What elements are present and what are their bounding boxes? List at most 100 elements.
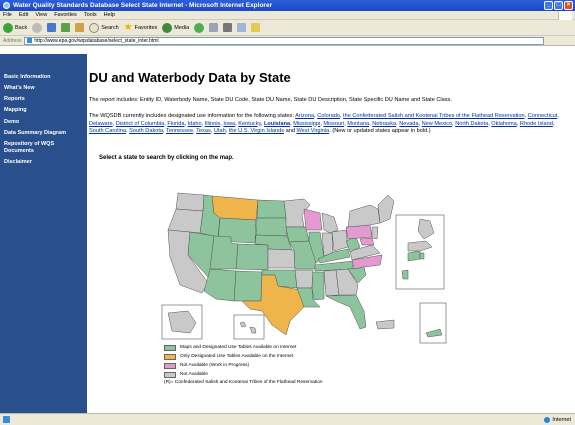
sidebar-item-repository[interactable]: Repository of WQS Documents bbox=[0, 139, 87, 157]
state-link[interactable]: Connecticut bbox=[528, 113, 558, 119]
state-indiana[interactable] bbox=[321, 232, 334, 257]
state-link[interactable]: the U.S. Virgin Islands bbox=[229, 128, 284, 134]
state-north-dakota[interactable] bbox=[256, 199, 287, 219]
state-link[interactable]: Iowa bbox=[223, 121, 235, 127]
state-link[interactable]: Colorado bbox=[317, 113, 340, 119]
state-link[interactable]: Florida bbox=[167, 121, 184, 127]
state-link[interactable]: the Confederated Salish and Kootenai Tri… bbox=[343, 113, 525, 119]
state-link[interactable]: District of Columbia bbox=[116, 121, 165, 127]
legend-swatch-green bbox=[164, 344, 176, 351]
sidebar-item-disclaimer[interactable]: Disclaimer bbox=[0, 157, 87, 168]
state-link[interactable]: Arizona bbox=[295, 113, 314, 119]
state-ohio[interactable] bbox=[331, 229, 349, 252]
state-link[interactable]: South Carolina bbox=[89, 128, 126, 134]
state-florida[interactable] bbox=[325, 294, 367, 330]
state-new-england[interactable] bbox=[377, 194, 395, 224]
state-link[interactable]: Mississippi bbox=[293, 121, 320, 127]
history-icon[interactable] bbox=[194, 22, 205, 33]
address-input[interactable]: http://www.epa.gov/wqsdatabase/select_st… bbox=[24, 36, 545, 45]
state-delaware-inset[interactable] bbox=[401, 269, 409, 280]
sidebar-item-reports[interactable]: Reports bbox=[0, 94, 87, 105]
state-new-jersey[interactable] bbox=[371, 226, 379, 240]
media-button[interactable]: Media bbox=[162, 22, 189, 33]
state-colorado[interactable] bbox=[235, 243, 269, 271]
state-link[interactable]: Illinois bbox=[205, 121, 221, 127]
state-oregon[interactable] bbox=[167, 208, 204, 234]
menu-tools[interactable]: Tools bbox=[84, 12, 97, 18]
menu-help[interactable]: Help bbox=[104, 12, 115, 18]
state-new-york[interactable] bbox=[347, 204, 381, 228]
sidebar-item-mapping[interactable]: Mapping bbox=[0, 105, 87, 116]
state-maryland[interactable] bbox=[359, 237, 375, 246]
state-new-mexico[interactable] bbox=[233, 270, 263, 302]
zone-label: Internet bbox=[552, 416, 571, 423]
print-icon[interactable] bbox=[223, 23, 233, 32]
state-arizona[interactable] bbox=[203, 268, 237, 302]
legend-note: (R)= Confederated Salish and Kootenai Tr… bbox=[164, 380, 323, 385]
state-link[interactable]: Texas bbox=[196, 128, 211, 134]
state-link[interactable]: West Virginia bbox=[297, 128, 330, 134]
state-link[interactable]: Rhode Island bbox=[520, 121, 553, 127]
sidebar-item-data-summary-diagram[interactable]: Data Summary Diagram bbox=[0, 128, 87, 139]
state-link[interactable]: Idaho bbox=[188, 121, 202, 127]
sidebar-item-whats-new[interactable]: What's New bbox=[0, 83, 87, 94]
forward-arrow-icon bbox=[32, 22, 43, 33]
home-icon[interactable] bbox=[75, 23, 85, 32]
stop-icon[interactable] bbox=[47, 23, 57, 32]
menu-bar: File Edit View Favorites Tools Help bbox=[0, 11, 575, 20]
state-link[interactable]: North Dakota bbox=[455, 121, 488, 127]
refresh-icon[interactable] bbox=[61, 23, 71, 32]
state-link[interactable]: Nebraska bbox=[372, 121, 396, 127]
state-link[interactable]: Oklahoma bbox=[491, 121, 517, 127]
state-link[interactable]: Nevada bbox=[399, 121, 418, 127]
hawaii-inset-frame bbox=[233, 314, 265, 340]
state-wisconsin[interactable] bbox=[303, 208, 323, 231]
state-iowa[interactable] bbox=[285, 226, 310, 243]
us-state-map[interactable] bbox=[158, 175, 448, 345]
menu-file[interactable]: File bbox=[3, 12, 12, 18]
mail-icon[interactable] bbox=[209, 23, 219, 32]
state-link[interactable]: Montana bbox=[347, 121, 369, 127]
state-link[interactable]: Utah bbox=[214, 128, 226, 134]
minimize-button[interactable]: _ bbox=[544, 1, 553, 10]
state-link[interactable]: Tennessee bbox=[166, 128, 193, 134]
state-connecticut-inset[interactable] bbox=[407, 250, 421, 262]
menu-view[interactable]: View bbox=[35, 12, 47, 18]
state-link[interactable]: Kentucky bbox=[238, 121, 261, 127]
state-link[interactable]: Delaware bbox=[89, 121, 113, 127]
state-pennsylvania[interactable] bbox=[345, 224, 373, 240]
state-washington[interactable] bbox=[175, 192, 205, 212]
forward-button[interactable] bbox=[32, 22, 43, 33]
favorites-button[interactable]: ★ Favorites bbox=[124, 22, 158, 33]
states-paragraph: The WQSDB currently includes designated … bbox=[89, 113, 559, 136]
sidebar-item-basic-information[interactable]: Basic Information bbox=[0, 72, 87, 83]
sidebar-top-band bbox=[0, 54, 87, 66]
maximize-button[interactable]: □ bbox=[554, 1, 563, 10]
sidebar-item-demo[interactable]: Demo bbox=[0, 117, 87, 128]
internet-explorer-icon bbox=[3, 2, 10, 9]
folder-icon[interactable] bbox=[251, 23, 261, 32]
state-kansas[interactable] bbox=[267, 248, 296, 269]
state-link[interactable]: New Mexico bbox=[422, 121, 452, 127]
menu-edit[interactable]: Edit bbox=[19, 12, 28, 18]
legend-swatch-orange bbox=[164, 353, 176, 360]
state-rhode-island-inset[interactable] bbox=[419, 252, 425, 260]
state-south-dakota[interactable] bbox=[255, 217, 288, 237]
state-michigan[interactable] bbox=[321, 212, 339, 234]
state-link[interactable]: Louisiana bbox=[264, 121, 290, 127]
close-button[interactable]: × bbox=[564, 1, 573, 10]
search-label: Search bbox=[101, 24, 119, 31]
search-button[interactable]: Search bbox=[89, 22, 119, 33]
territory-puerto-rico[interactable] bbox=[375, 319, 395, 330]
state-link[interactable]: South Dakota bbox=[129, 128, 163, 134]
state-link[interactable]: Missouri bbox=[323, 121, 344, 127]
back-button[interactable]: Back bbox=[3, 22, 27, 33]
state-arkansas[interactable] bbox=[294, 269, 314, 289]
menu-favorites[interactable]: Favorites bbox=[54, 12, 77, 18]
windows-logo-icon bbox=[558, 11, 572, 20]
state-montana[interactable] bbox=[211, 195, 259, 221]
separator: , bbox=[557, 113, 559, 119]
state-mississippi[interactable] bbox=[311, 271, 325, 301]
report-description: The report includes: Entity ID, Waterbod… bbox=[89, 97, 452, 103]
edit-icon[interactable] bbox=[237, 23, 247, 32]
